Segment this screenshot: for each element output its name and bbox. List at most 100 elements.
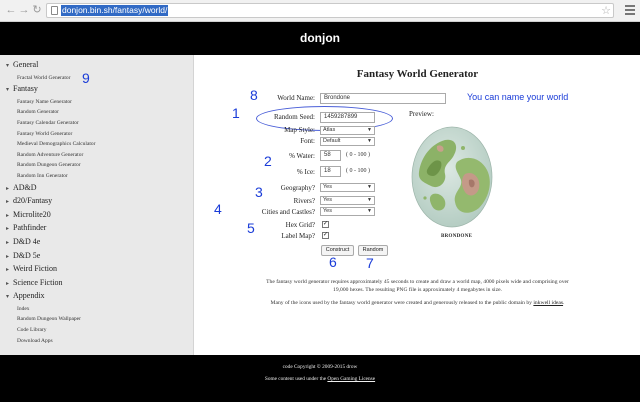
water-range: ( 0 - 100 ) (346, 152, 370, 158)
geography-select[interactable]: Yes ▼ (320, 183, 375, 192)
sidebar-section-label: Fantasy (13, 84, 38, 94)
cities-label: Cities and Castles? (261, 208, 315, 216)
annotation-8: 8 (250, 87, 258, 103)
address-bar[interactable]: donjon.bin.sh/fantasy/world/ ☆ (46, 3, 614, 18)
caret-down-icon: ▾ (6, 294, 10, 301)
ogl-link[interactable]: Open Gaming License (327, 376, 375, 382)
inkwell-ideas-link[interactable]: inkwell ideas (533, 300, 563, 306)
menu-icon[interactable] (625, 5, 635, 17)
footer-license: Some content used under the Open Gaming … (0, 376, 640, 382)
sidebar-item[interactable]: Fantasy Calendar Generator (6, 118, 192, 129)
sidebar-item[interactable]: Fantasy World Generator (6, 129, 192, 140)
sidebar-item[interactable]: Fantasy Name Generator (6, 97, 192, 108)
sidebar-section-label: Appendix (13, 291, 45, 301)
chevron-down-icon: ▼ (367, 127, 372, 133)
info-line-2: 19,000 hexes. The resulting PNG file is … (333, 287, 502, 293)
sidebar-item[interactable]: Download Apps (6, 336, 192, 347)
sidebar-item[interactable]: Code Library (6, 325, 192, 336)
sidebar-section[interactable]: ▸ d20/Fantasy (6, 195, 192, 209)
sidebar-section-label: d20/Fantasy (13, 196, 53, 206)
site-title[interactable]: donjon (0, 31, 640, 45)
footer-license-text: Some content used under the (264, 376, 328, 382)
labelmap-label: Label Map? (281, 232, 315, 240)
sidebar-item[interactable]: Fractal World Generator (6, 73, 192, 84)
caret-down-icon: ▾ (6, 87, 10, 94)
sidebar-section[interactable]: ▸ Science Fiction (6, 277, 192, 291)
site-footer: code Copyright © 2009-2015 drow Some con… (0, 355, 640, 402)
sidebar-section-label: Microlite20 (13, 209, 51, 219)
sidebar-section[interactable]: ▸ Pathfinder (6, 222, 192, 236)
sidebar-nav: ▾ General Fractal World Generator ▾ Fantasy F… (6, 59, 192, 346)
sidebar-section-label: D&D 4e (13, 236, 41, 246)
sidebar-item[interactable]: Random Dungeon Wallpaper (6, 314, 192, 325)
annotation-3: 3 (255, 184, 263, 200)
chevron-down-icon: ▼ (367, 184, 372, 190)
font-label: Font: (300, 137, 315, 145)
world-name-input[interactable]: Brondone (320, 93, 446, 104)
world-preview-globe[interactable] (407, 122, 497, 232)
hexgrid-label: Hex Grid? (285, 221, 315, 229)
rivers-label: Rivers? (293, 197, 315, 205)
annotation-5: 5 (247, 220, 255, 236)
annotation-2: 2 (264, 153, 272, 169)
seed-label: Random Seed: (273, 113, 315, 121)
footer-copyright: code Copyright © 2009-2015 drow (282, 364, 358, 370)
sidebar-section-label: Weird Fiction (13, 264, 58, 274)
sidebar-item[interactable]: Random Adventure Generator (6, 150, 192, 161)
info-credit-end: . (563, 300, 565, 306)
labelmap-checkbox[interactable]: ✓ (322, 232, 329, 239)
sidebar-section-label: AD&D (13, 182, 37, 192)
hexgrid-checkbox[interactable]: ✓ (322, 221, 329, 228)
sidebar: ▾ General Fractal World Generator ▾ Fantasy F… (0, 55, 194, 355)
info-credit-text: Many of the icons used by the fantasy wo… (270, 300, 534, 306)
rivers-select[interactable]: Yes ▼ (320, 196, 375, 205)
sidebar-item[interactable]: Medieval Demographics Calculator (6, 139, 192, 150)
ice-input[interactable]: 18 (320, 166, 341, 177)
sidebar-section[interactable]: ▾ General (6, 59, 192, 73)
sidebar-section[interactable]: ▾ Fantasy (6, 83, 192, 97)
cities-select[interactable]: Yes ▼ (320, 207, 375, 216)
sidebar-section-label: Science Fiction (13, 277, 63, 287)
caret-right-icon: ▸ (6, 226, 10, 233)
annotation-1: 1 (232, 105, 240, 121)
map-style-select[interactable]: Atlas ▼ (320, 126, 375, 135)
browser-toolbar: ← → ↻ donjon.bin.sh/fantasy/world/ ☆ (0, 0, 640, 22)
sidebar-item[interactable]: Random Inn Generator (6, 171, 192, 182)
caret-right-icon: ▸ (6, 212, 10, 219)
url-text[interactable]: donjon.bin.sh/fantasy/world/ (61, 5, 169, 16)
map-style-label: Map Style: (284, 126, 315, 134)
annotation-4: 4 (214, 201, 222, 217)
geography-label: Geography? (280, 184, 315, 192)
sidebar-section[interactable]: ▸ D&D 4e (6, 236, 192, 250)
sidebar-section[interactable]: ▸ Weird Fiction (6, 263, 192, 277)
chevron-down-icon: ▼ (367, 138, 372, 144)
sidebar-section[interactable]: ▸ AD&D (6, 182, 192, 196)
sidebar-item[interactable]: Index (6, 304, 192, 315)
page-icon (51, 6, 58, 15)
caret-right-icon: ▸ (6, 199, 10, 206)
water-input[interactable]: 58 (320, 150, 341, 161)
construct-button[interactable]: Construct (321, 245, 354, 256)
caret-right-icon: ▸ (6, 280, 10, 287)
caret-right-icon: ▸ (6, 253, 10, 260)
bookmark-star-icon[interactable]: ☆ (601, 4, 611, 18)
sidebar-section-label: General (13, 60, 39, 69)
seed-input[interactable]: 1459287899 (320, 112, 375, 123)
info-paragraph-2: Many of the icons used by the fantasy wo… (195, 299, 640, 307)
back-icon[interactable]: ← (5, 4, 17, 16)
preview-label: Preview: (409, 110, 434, 118)
chevron-down-icon: ▼ (367, 197, 372, 203)
chevron-down-icon: ▼ (367, 208, 372, 214)
reload-icon[interactable]: ↻ (31, 4, 43, 16)
font-select[interactable]: Default ▼ (320, 137, 375, 146)
sidebar-section[interactable]: ▸ Microlite20 (6, 209, 192, 223)
sidebar-section-label: Pathfinder (13, 223, 47, 233)
caret-right-icon: ▸ (6, 185, 10, 192)
sidebar-item[interactable]: Random Dungeon Generator (6, 160, 192, 171)
annotation-6: 6 (329, 254, 337, 270)
forward-icon[interactable]: → (18, 4, 30, 16)
world-name-label: World Name: (277, 94, 315, 102)
sidebar-section[interactable]: ▾ Appendix (6, 290, 192, 304)
sidebar-item[interactable]: Random Generator (6, 107, 192, 118)
sidebar-section[interactable]: ▸ D&D 5e (6, 250, 192, 264)
